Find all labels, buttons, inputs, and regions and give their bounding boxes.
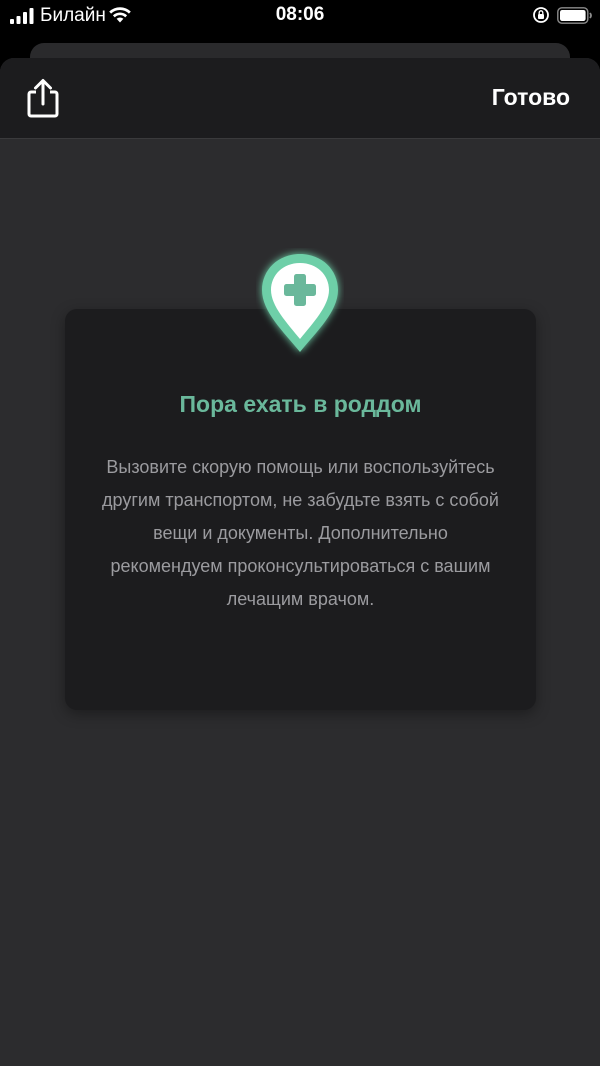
modal-sheet: Готово Пора ехать в роддом Вызовите скор… bbox=[0, 58, 600, 1066]
orientation-lock-icon bbox=[533, 7, 549, 23]
screen: Билайн 08:06 Готово Пора ехать в роддом … bbox=[0, 0, 600, 1066]
card-body-text: Вызовите скорую помощь или воспользуйтес… bbox=[102, 457, 499, 609]
done-button[interactable]: Готово bbox=[492, 84, 570, 111]
card-title: Пора ехать в роддом bbox=[179, 391, 422, 417]
status-bar: Билайн 08:06 bbox=[0, 0, 600, 34]
status-time: 08:06 bbox=[275, 4, 325, 25]
medical-location-pin-icon bbox=[262, 254, 338, 352]
share-icon[interactable] bbox=[22, 76, 64, 120]
battery-icon bbox=[557, 7, 592, 24]
sheet-header: Готово bbox=[0, 58, 600, 139]
